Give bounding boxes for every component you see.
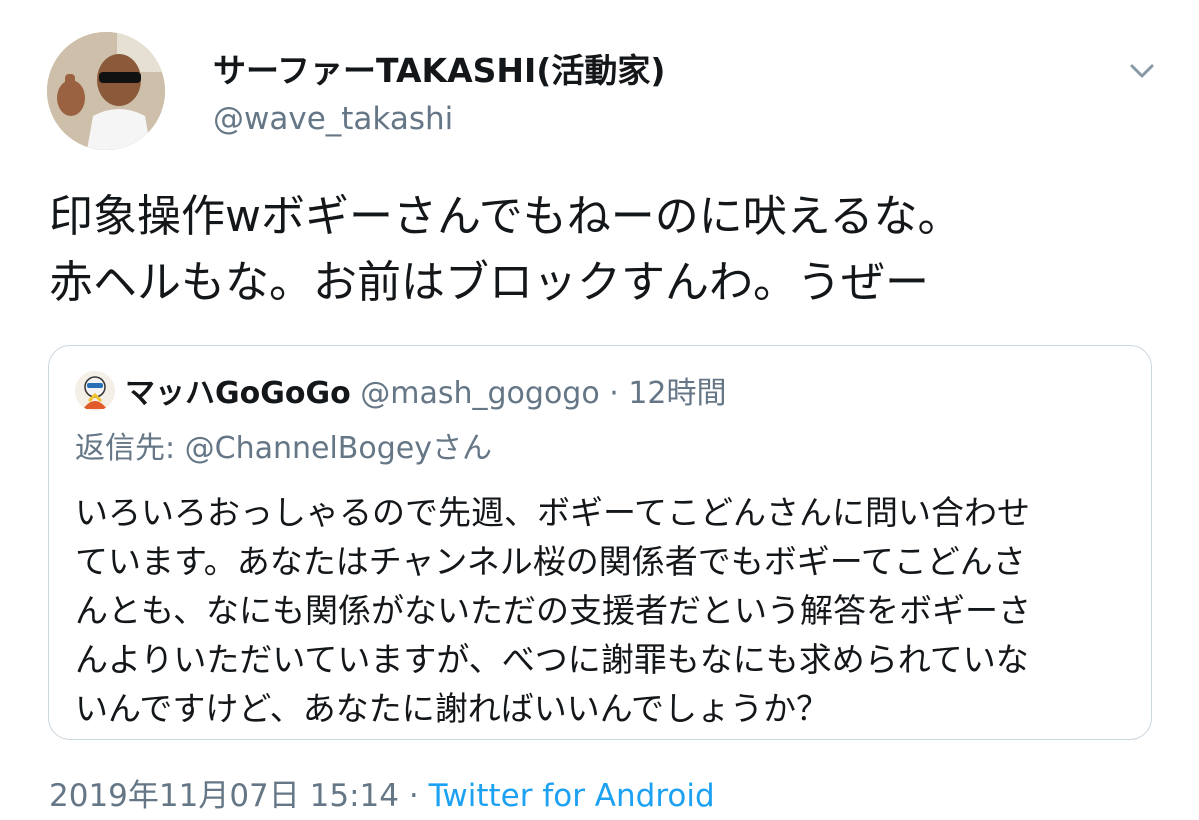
- tweet-source-link[interactable]: Twitter for Android: [429, 778, 715, 814]
- quoted-time[interactable]: 12時間: [628, 376, 726, 411]
- quoted-tweet[interactable]: マッハGoGoGo @mash_gogogo · 12時間 返信先: @Chan…: [48, 345, 1152, 740]
- quoted-handle[interactable]: @mash_gogogo: [360, 376, 599, 411]
- author-avatar[interactable]: [47, 32, 165, 150]
- separator-dot: ·: [408, 778, 419, 814]
- tweet-card: サーファーTAKASHI(活動家) @wave_takashi 印象操作wボギー…: [0, 0, 1199, 820]
- quoted-name[interactable]: マッハGoGoGo: [125, 376, 351, 411]
- separator-dot: ·: [609, 376, 619, 411]
- quoted-body-line: ています。あなたはチャンネル桜の関係者でもボギーてこどんさ: [75, 542, 1026, 581]
- quoted-body-line: いろいろおっしゃるので先週、ボギーてこどんさんに問い合わせ: [75, 493, 1031, 532]
- tweet-text-line: 赤ヘルもな。お前はブロックすんわ。うぜー: [49, 257, 929, 308]
- quoted-body-line: んとも、なにも関係がないただの支援者だという解答をボギーさ: [75, 591, 1032, 630]
- quoted-body: いろいろおっしゃるので先週、ボギーてこどんさんに問い合わせ ています。あなたはチ…: [75, 488, 1135, 733]
- quoted-body-line: んよりいただいていますが、べつに謝罪もなにも求められていな: [75, 640, 1029, 679]
- author-name[interactable]: サーファーTAKASHI(活動家): [213, 44, 665, 92]
- tweet-text-line: 印象操作wボギーさんでもねーのに吠えるな。: [49, 191, 962, 242]
- reply-to: 返信先: @ChannelBogeyさん: [75, 431, 492, 466]
- tweet-footer: 2019年11月07日 15:14 · Twitter for Android: [49, 770, 715, 815]
- quoted-avatar: [75, 371, 115, 411]
- quoted-body-line: いんですけど、あなたに謝ればいいんでしょうか？: [75, 689, 830, 728]
- quoted-header: マッハGoGoGo @mash_gogogo · 12時間: [125, 368, 727, 412]
- avatar-photo: [47, 32, 165, 150]
- author-handle[interactable]: @wave_takashi: [213, 101, 453, 137]
- chevron-down-icon[interactable]: [1125, 56, 1159, 86]
- tweet-text: 印象操作wボギーさんでもねーのに吠えるな。 赤ヘルもな。お前はブロックすんわ。う…: [49, 184, 1169, 316]
- avatar-photo: [75, 371, 115, 411]
- tweet-timestamp[interactable]: 2019年11月07日 15:14: [49, 778, 399, 814]
